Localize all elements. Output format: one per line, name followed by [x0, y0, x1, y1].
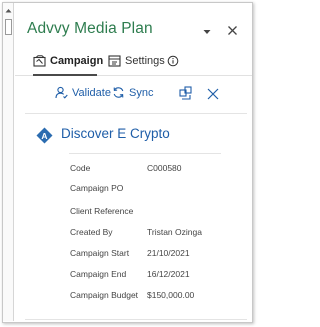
detail-row-campaign-end: Campaign End 16/12/2021: [15, 267, 252, 285]
settings-icon: [108, 55, 121, 67]
svg-text:A: A: [41, 131, 47, 141]
detail-label: Code: [70, 163, 91, 173]
info-icon: [167, 55, 179, 67]
campaign-badge-icon: A: [36, 127, 53, 144]
bottom-divider: [25, 319, 247, 320]
validate-button[interactable]: Validate: [55, 86, 111, 99]
pane-titlebar: Advvy Media Plan: [15, 17, 252, 43]
detail-label: Created By: [70, 227, 113, 237]
scroll-thumb[interactable]: [5, 19, 12, 35]
detail-row-campaign-po: Campaign PO: [15, 181, 252, 199]
app-title: Advvy Media Plan: [27, 20, 153, 37]
detail-label: Campaign Start: [70, 248, 130, 258]
pane-close-icon[interactable]: [227, 23, 238, 35]
toolbar-divider: [25, 113, 247, 114]
detail-value: Tristan Ozinga: [147, 227, 202, 237]
campaign-name: Discover E Crypto: [61, 126, 170, 141]
campaign-divider: [69, 153, 221, 154]
tab-campaign[interactable]: Campaign: [33, 54, 103, 76]
detail-label: Campaign Budget: [70, 290, 139, 300]
toolbar: Validate Sync: [15, 83, 252, 105]
validate-user-icon: [55, 86, 68, 99]
detail-label: Campaign PO: [70, 183, 124, 193]
scroll-up-icon[interactable]: [4, 6, 13, 14]
tab-info[interactable]: [167, 54, 183, 76]
task-pane: Advvy Media Plan Campaign Settings Valid…: [15, 3, 252, 321]
detail-row-client-reference: Client Reference: [15, 204, 252, 222]
tab-campaign-label: Campaign: [50, 55, 104, 67]
detail-value: 16/12/2021: [147, 269, 190, 279]
sync-label: Sync: [129, 86, 154, 99]
validate-label: Validate: [72, 86, 111, 99]
pane-options-chevron-icon[interactable]: [202, 24, 212, 34]
detail-label: Client Reference: [70, 206, 134, 216]
detail-row-code: Code C000580: [15, 161, 252, 179]
tab-settings-label: Settings: [125, 55, 165, 67]
detail-value: 21/10/2021: [147, 248, 190, 258]
tab-bar: Campaign Settings: [15, 51, 252, 76]
export-icon[interactable]: [179, 86, 193, 100]
detail-row-campaign-budget: Campaign Budget $150,000.00: [15, 288, 252, 306]
close-icon[interactable]: [207, 87, 219, 100]
sync-button[interactable]: Sync: [112, 86, 153, 99]
detail-row-campaign-start: Campaign Start 21/10/2021: [15, 246, 252, 264]
campaign-header: A Discover E Crypto: [15, 123, 252, 149]
detail-value: $150,000.00: [147, 290, 195, 300]
tab-settings[interactable]: Settings: [108, 54, 166, 76]
detail-value: C000580: [147, 163, 182, 173]
vertical-scrollbar[interactable]: [3, 3, 14, 321]
sync-icon: [113, 87, 124, 98]
detail-label: Campaign End: [70, 269, 127, 279]
campaign-icon: [33, 55, 46, 67]
detail-row-created-by: Created By Tristan Ozinga: [15, 225, 252, 243]
